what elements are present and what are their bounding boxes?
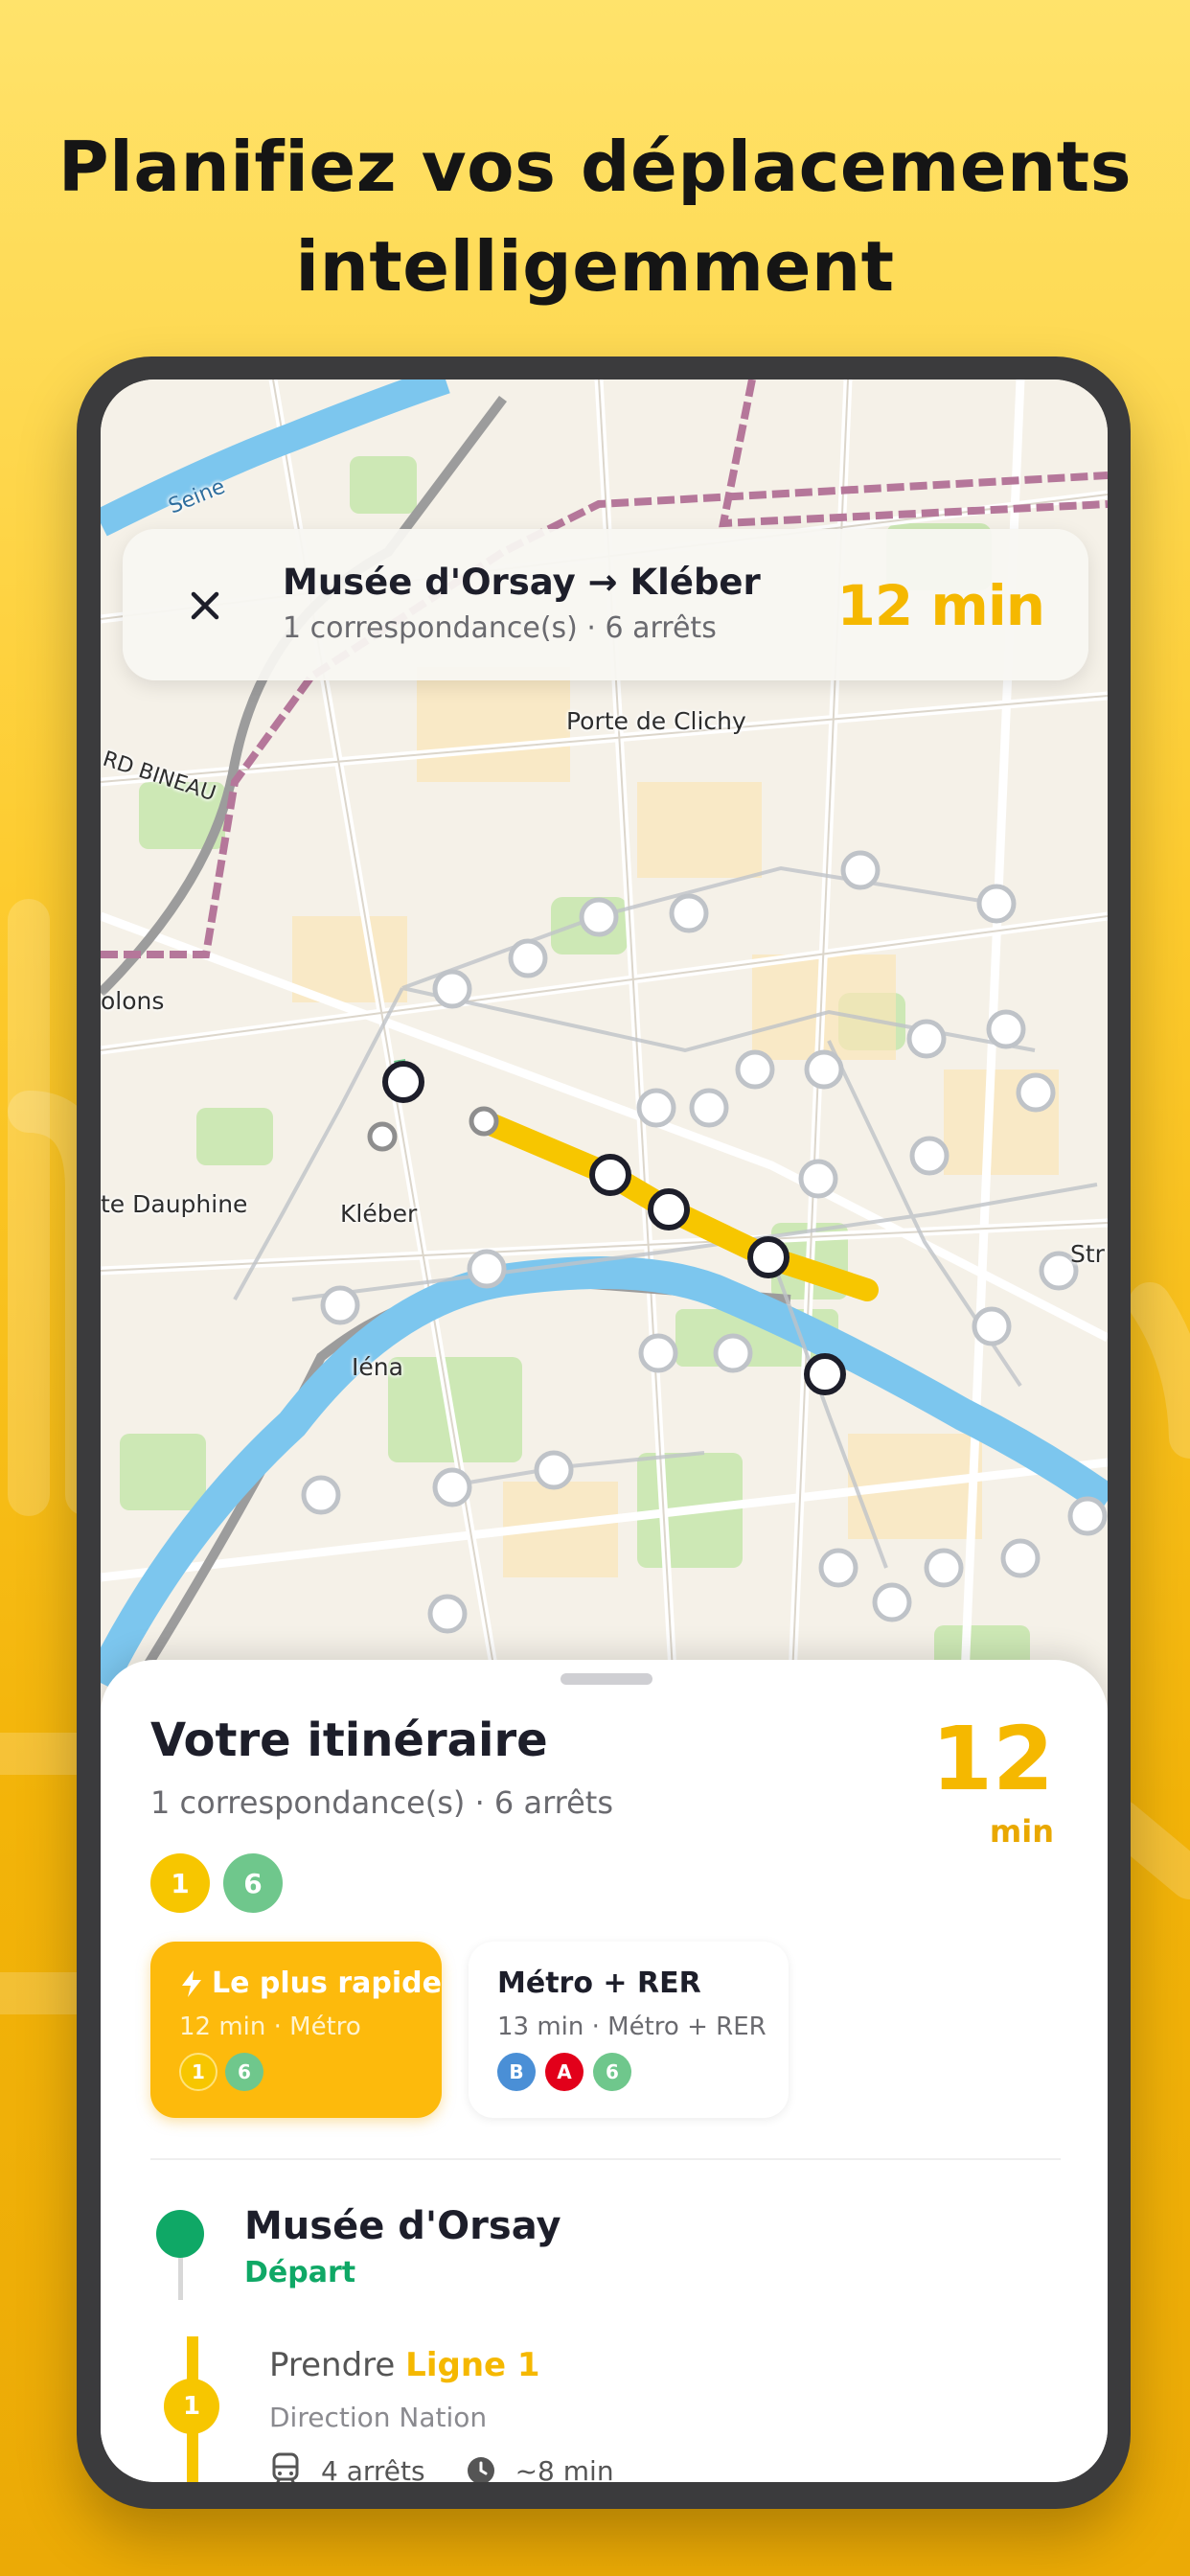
route-subtitle: 1 correspondance(s) · 6 arrêts <box>283 611 717 645</box>
map-label-olons: olons <box>101 987 165 1015</box>
option-fastest-title-row: Le plus rapide <box>179 1966 442 2000</box>
close-button[interactable] <box>180 581 230 631</box>
itinerary-sheet: Votre itinéraire 1 correspondance(s) · 6… <box>101 1660 1108 2482</box>
itinerary-subtitle: 1 correspondance(s) · 6 arrêts <box>150 1784 614 1821</box>
step-direction: Direction Nation <box>269 2402 488 2433</box>
option-metro-rer[interactable]: Métro + RER 13 min · Métro + RER B A 6 <box>469 1942 789 2118</box>
departure-marker <box>156 2210 204 2258</box>
option-metro-rer-badge-a: A <box>545 2053 584 2091</box>
option-metro-rer-badge-b: B <box>497 2053 536 2091</box>
map-label-str: Str <box>1070 1240 1105 1268</box>
step-stops: 4 arrêts <box>321 2454 425 2483</box>
option-fastest[interactable]: Le plus rapide 12 min · Métro 1 6 <box>150 1942 442 2118</box>
route-summary-card: Musée d'Orsay → Kléber 1 correspondance(… <box>123 529 1088 680</box>
itinerary-title: Votre itinéraire <box>150 1714 548 1767</box>
option-fastest-title: Le plus rapide <box>212 1966 442 2000</box>
line-badge-6: 6 <box>223 1853 283 1913</box>
headline-line-2: intelligemment <box>295 226 895 307</box>
line-badge-1: 1 <box>150 1853 210 1913</box>
lightning-icon <box>182 1969 201 1997</box>
step-meta: 4 arrêts ~8 min <box>269 2451 614 2482</box>
headline-line-1: Planifiez vos déplacements <box>57 126 1133 207</box>
map-label-te-dauphine: te Dauphine <box>101 1190 248 1218</box>
map-label-iena: Iéna <box>352 1353 403 1381</box>
close-icon <box>191 591 219 620</box>
route-duration: 12 min <box>836 573 1045 638</box>
option-fastest-badge-6: 6 <box>225 2053 263 2091</box>
route-title: Musée d'Orsay → Kléber <box>283 562 761 603</box>
train-icon <box>272 2452 299 2482</box>
itinerary-duration-value: 12 <box>930 1708 1054 1810</box>
map-label-kleber: Kléber <box>340 1200 418 1228</box>
option-metro-rer-subtitle: 13 min · Métro + RER <box>497 2012 767 2041</box>
step-duration: ~8 min <box>515 2454 614 2483</box>
option-metro-rer-badge-6: 6 <box>593 2053 631 2091</box>
step-instruction: Prendre Ligne 1 <box>269 2346 540 2384</box>
option-fastest-badge-1: 1 <box>179 2053 217 2091</box>
clock-icon <box>467 2457 494 2482</box>
departure-station: Musée d'Orsay <box>244 2204 561 2248</box>
step-line-badge: 1 <box>164 2379 219 2434</box>
option-fastest-subtitle: 12 min · Métro <box>179 2012 361 2041</box>
sheet-grabber[interactable] <box>561 1673 652 1685</box>
divider <box>150 2158 1061 2160</box>
phone-screen: Seine Porte de Clichy RD BINEAU olons te… <box>101 380 1108 2482</box>
step-take-prefix: Prendre <box>269 2346 396 2384</box>
option-metro-rer-title: Métro + RER <box>497 1966 701 2000</box>
departure-label: Départ <box>244 2256 356 2289</box>
itinerary-duration-unit: min <box>989 1813 1054 1850</box>
step-line-name: Ligne 1 <box>405 2346 540 2384</box>
map-label-porte-clichy: Porte de Clichy <box>566 707 746 735</box>
headline: Planifiez vos déplacements intelligemmen… <box>0 117 1190 316</box>
departure-connector <box>178 2258 183 2300</box>
